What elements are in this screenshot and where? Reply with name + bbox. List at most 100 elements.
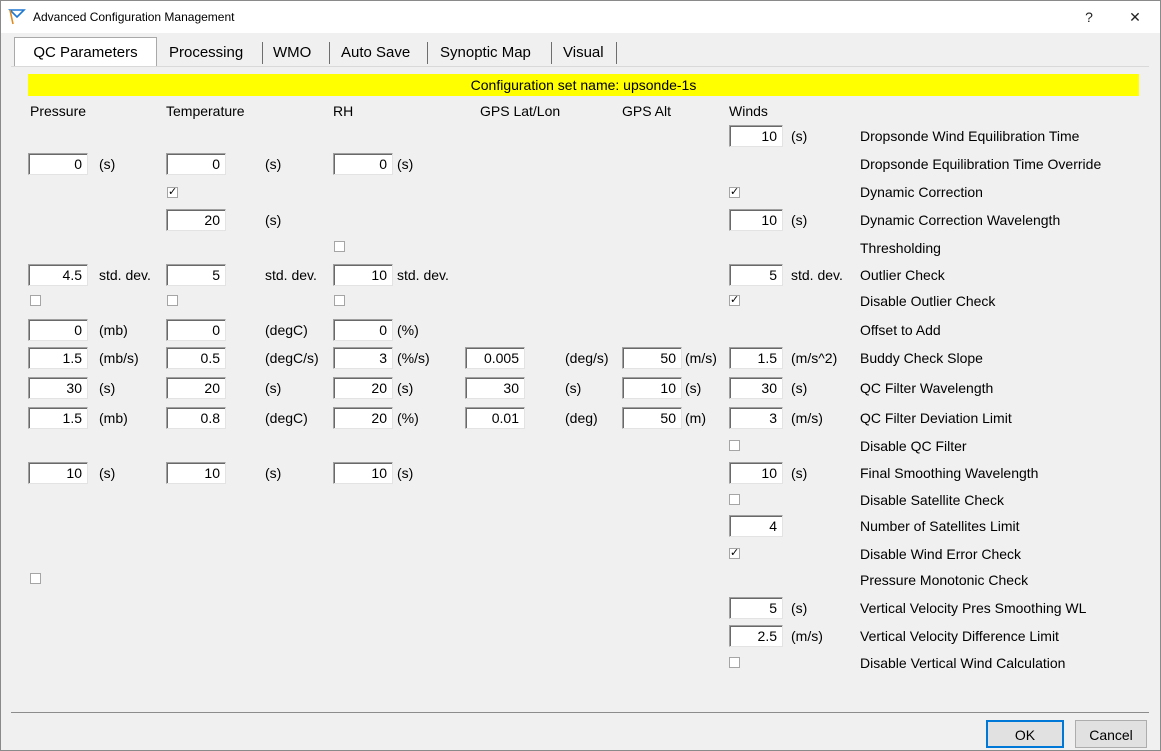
winds-qc-wavelength-input[interactable]: 30 (729, 377, 783, 399)
rh-qc-wavelength-input[interactable]: 20 (333, 377, 393, 399)
config-set-banner: Configuration set name: upsonde-1s (28, 74, 1139, 96)
tab-wmo[interactable]: WMO (273, 38, 311, 66)
unit-label: (s) (99, 380, 116, 396)
temperature-dynamic-correction-checkbox[interactable]: ✓ (167, 187, 178, 198)
temperature-qc-deviation-input[interactable]: 0.8 (166, 407, 226, 429)
gps-latlon-qc-wavelength-input[interactable]: 30 (465, 377, 525, 399)
temperature-dyn-corr-wavelength-input[interactable]: 20 (166, 209, 226, 231)
row-label-vv-difference: Vertical Velocity Difference Limit (860, 628, 1059, 644)
unit-label: (s) (565, 380, 582, 396)
pressure-qc-wavelength-input[interactable]: 30 (28, 377, 88, 399)
row-label-outlier-check: Outlier Check (860, 267, 945, 283)
column-header-gps-latlon: GPS Lat/Lon (480, 103, 561, 119)
window-title: Advanced Configuration Management (33, 10, 235, 24)
unit-label: (s) (791, 600, 808, 616)
tab-visual[interactable]: Visual (563, 38, 604, 66)
unit-label: (s) (397, 380, 414, 396)
column-header-winds: Winds (729, 103, 768, 119)
tab-auto-save[interactable]: Auto Save (341, 38, 410, 66)
winds-equilibration-input[interactable]: 10 (729, 125, 783, 147)
unit-label: (s) (685, 380, 702, 396)
unit-label: (m/s) (685, 350, 717, 366)
gps-alt-qc-wavelength-input[interactable]: 10 (622, 377, 682, 399)
unit-label: (s) (397, 156, 414, 172)
unit-label: (degC) (265, 322, 308, 338)
pressure-qc-deviation-input[interactable]: 1.5 (28, 407, 88, 429)
rh-outlier-input[interactable]: 10 (333, 264, 393, 286)
column-header-rh: RH (333, 103, 354, 119)
rh-final-smoothing-input[interactable]: 10 (333, 462, 393, 484)
unit-label: std. dev. (265, 267, 317, 283)
gps-alt-buddy-slope-input[interactable]: 50 (622, 347, 682, 369)
winds-dynamic-correction-checkbox[interactable]: ✓ (729, 187, 740, 198)
rh-buddy-slope-input[interactable]: 3 (333, 347, 393, 369)
row-label-satellites-limit: Number of Satellites Limit (860, 518, 1020, 534)
unit-label: std. dev. (791, 267, 843, 283)
winds-buddy-slope-input[interactable]: 1.5 (729, 347, 783, 369)
winds-qc-deviation-input[interactable]: 3 (729, 407, 783, 429)
winds-dyn-corr-wavelength-input[interactable]: 10 (729, 209, 783, 231)
unit-label: (s) (791, 128, 808, 144)
winds-disable-satellite-checkbox[interactable] (729, 494, 740, 505)
cancel-button[interactable]: Cancel (1075, 720, 1147, 748)
unit-label: (%) (397, 410, 419, 426)
pressure-disable-outlier-checkbox[interactable] (30, 295, 41, 306)
winds-disable-wind-error-checkbox[interactable]: ✓ (729, 548, 740, 559)
tab-qc-parameters[interactable]: QC Parameters (14, 37, 157, 68)
gps-alt-qc-deviation-input[interactable]: 50 (622, 407, 682, 429)
temperature-equil-override-input[interactable]: 0 (166, 153, 226, 175)
rh-offset-input[interactable]: 0 (333, 319, 393, 341)
rh-qc-deviation-input[interactable]: 20 (333, 407, 393, 429)
temperature-disable-outlier-checkbox[interactable] (167, 295, 178, 306)
tab-processing[interactable]: Processing (169, 38, 243, 66)
winds-vv-smoothing-input[interactable]: 5 (729, 597, 783, 619)
unit-label: std. dev. (99, 267, 151, 283)
winds-vv-difference-input[interactable]: 2.5 (729, 625, 783, 647)
temperature-outlier-input[interactable]: 5 (166, 264, 226, 286)
winds-disable-outlier-checkbox[interactable]: ✓ (729, 295, 740, 306)
pressure-equil-override-input[interactable]: 0 (28, 153, 88, 175)
unit-label: (m/s^2) (791, 350, 838, 366)
help-button[interactable]: ? (1077, 7, 1101, 27)
winds-satellites-limit-input[interactable]: 4 (729, 515, 783, 537)
rh-thresholding-checkbox[interactable] (334, 241, 345, 252)
unit-label: (mb/s) (99, 350, 139, 366)
winds-outlier-input[interactable]: 5 (729, 264, 783, 286)
temperature-buddy-slope-input[interactable]: 0.5 (166, 347, 226, 369)
unit-label: (s) (265, 380, 282, 396)
unit-label: std. dev. (397, 267, 449, 283)
tab-separator (616, 42, 617, 64)
winds-disable-vertical-wind-checkbox[interactable] (729, 657, 740, 668)
pressure-offset-input[interactable]: 0 (28, 319, 88, 341)
unit-label: (m/s) (791, 410, 823, 426)
row-label-disable-outlier: Disable Outlier Check (860, 293, 996, 309)
pressure-monotonic-checkbox[interactable] (30, 573, 41, 584)
temperature-offset-input[interactable]: 0 (166, 319, 226, 341)
unit-label: (s) (791, 380, 808, 396)
column-header-pressure: Pressure (30, 103, 87, 119)
temperature-qc-wavelength-input[interactable]: 20 (166, 377, 226, 399)
unit-label: (degC) (265, 410, 308, 426)
tab-separator (551, 42, 552, 64)
row-label-final-smoothing: Final Smoothing Wavelength (860, 465, 1039, 481)
winds-disable-qc-filter-checkbox[interactable] (729, 440, 740, 451)
unit-label: (s) (265, 156, 282, 172)
pressure-outlier-input[interactable]: 4.5 (28, 264, 88, 286)
ok-button[interactable]: OK (986, 720, 1064, 748)
pressure-buddy-slope-input[interactable]: 1.5 (28, 347, 88, 369)
column-header-gps-alt: GPS Alt (622, 103, 672, 119)
winds-final-smoothing-input[interactable]: 10 (729, 462, 783, 484)
tab-separator (427, 42, 428, 64)
rh-disable-outlier-checkbox[interactable] (334, 295, 345, 306)
rh-equil-override-input[interactable]: 0 (333, 153, 393, 175)
app-icon (8, 9, 26, 25)
gps-latlon-qc-deviation-input[interactable]: 0.01 (465, 407, 525, 429)
pressure-final-smoothing-input[interactable]: 10 (28, 462, 88, 484)
unit-label: (s) (791, 465, 808, 481)
unit-label: (m) (685, 410, 706, 426)
temperature-final-smoothing-input[interactable]: 10 (166, 462, 226, 484)
gps-latlon-buddy-slope-input[interactable]: 0.005 (465, 347, 525, 369)
close-button[interactable]: ✕ (1123, 7, 1147, 27)
unit-label: (mb) (99, 410, 128, 426)
tab-synoptic-map[interactable]: Synoptic Map (440, 38, 531, 66)
